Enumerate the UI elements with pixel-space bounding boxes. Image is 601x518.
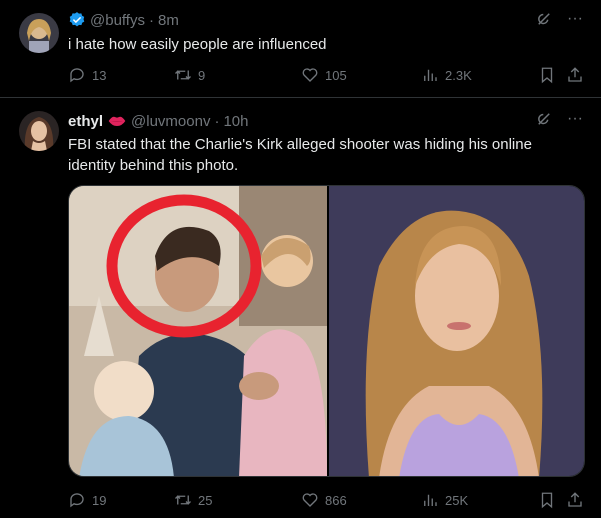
views-icon (424, 494, 437, 506)
share-button[interactable] (566, 491, 584, 509)
like-button[interactable]: 866 (301, 491, 347, 509)
tweet-header: ethyl @luvmoonv · 10h (68, 111, 248, 131)
lips-emoji-icon (108, 116, 126, 126)
separator-dot: · (214, 112, 220, 130)
bookmark-button[interactable] (538, 491, 556, 509)
share-icon (568, 492, 582, 507)
tweet-media[interactable] (68, 185, 585, 477)
bookmark-icon (541, 492, 553, 509)
avatar[interactable] (19, 111, 59, 151)
repost-button[interactable]: 25 (174, 491, 212, 509)
heart-icon (302, 493, 318, 507)
repost-count: 25 (198, 492, 213, 508)
photo-left[interactable] (69, 186, 327, 477)
reply-count: 19 (92, 492, 107, 508)
user-handle[interactable]: @luvmoonv (131, 113, 210, 130)
grok-icon[interactable] (535, 110, 553, 128)
like-count: 866 (325, 492, 347, 508)
more-icon[interactable]: ··· (567, 110, 583, 128)
tweet-text: FBI stated that the Charlie's Kirk alleg… (68, 136, 532, 174)
reply-icon (70, 493, 84, 508)
photo-right[interactable] (329, 186, 585, 477)
repost-icon (175, 495, 191, 505)
display-name[interactable]: ethyl (68, 113, 103, 130)
views-button[interactable]: 25K (421, 491, 468, 509)
timestamp[interactable]: 10h (223, 113, 248, 130)
action-bar: 19 25 866 25K (68, 491, 588, 511)
views-count: 25K (445, 492, 469, 508)
tweet-2[interactable]: ethyl @luvmoonv · 10h ··· FBI stated tha… (0, 0, 601, 518)
tweet-top-actions: ··· (535, 110, 583, 128)
reply-button[interactable]: 19 (68, 491, 106, 509)
